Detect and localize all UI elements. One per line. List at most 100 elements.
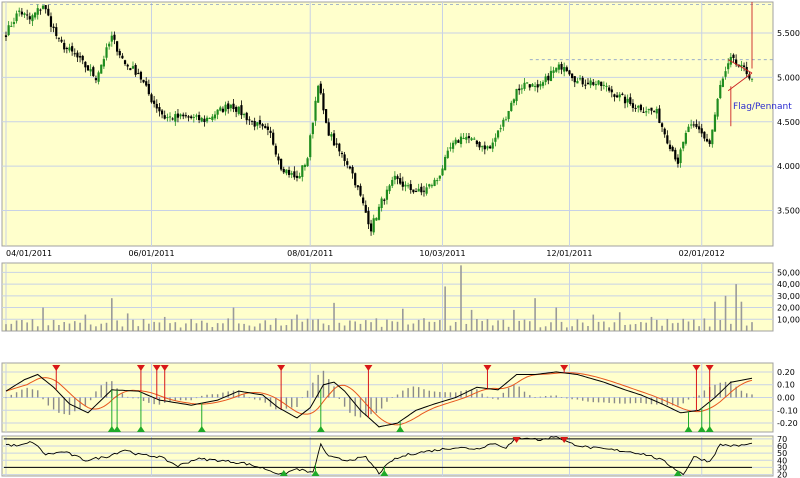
candle-up (100, 64, 103, 74)
volume-bar (444, 286, 446, 331)
histogram-bar (370, 397, 372, 415)
volume-bar (708, 326, 711, 331)
candle-down (742, 65, 746, 67)
histogram-bar (396, 394, 399, 398)
volume-bar (158, 322, 161, 331)
histogram-bar (444, 392, 446, 398)
histogram-bar (698, 395, 700, 398)
volume-bar (132, 319, 134, 331)
candle-down (171, 118, 174, 120)
volume-bar (470, 309, 473, 331)
candle-up (377, 206, 381, 220)
histogram-bar (95, 391, 97, 398)
histogram-bar (539, 396, 542, 398)
candle-down (663, 128, 666, 135)
histogram-bar (386, 397, 388, 402)
candle-up (589, 80, 592, 86)
candle-down (700, 128, 703, 134)
volume-bar (491, 325, 494, 331)
candle-down (401, 181, 404, 187)
volume-bar (317, 319, 319, 331)
candle-up (7, 25, 10, 36)
volume-bar (338, 322, 341, 331)
candle-up (285, 169, 288, 174)
histogram-bar (148, 397, 150, 403)
candle-down (118, 51, 121, 56)
volume-bar (200, 320, 203, 331)
candle-up (682, 141, 685, 149)
candle-up (523, 82, 526, 89)
candle-up (205, 117, 209, 122)
candle-up (385, 189, 389, 200)
histogram-bar (74, 397, 76, 412)
candle-down (489, 146, 492, 149)
volume-bar (333, 302, 335, 331)
histogram-bar (433, 391, 436, 398)
candle-up (229, 104, 232, 109)
volume-bar (380, 326, 383, 331)
histogram-bar (10, 394, 12, 398)
volume-bar (190, 318, 192, 331)
volume-bar (724, 295, 727, 331)
volume-bar (354, 321, 356, 331)
histogram-bar (592, 397, 594, 403)
candle-down (287, 169, 291, 175)
candle-up (655, 108, 658, 114)
histogram-bar (746, 393, 748, 398)
date-tick-label: 04/01/2011 (6, 249, 52, 258)
candle-up (552, 70, 555, 73)
date-tick-label: 02/01/2012 (679, 249, 725, 258)
candle-down (639, 104, 642, 111)
histogram-bar (312, 382, 314, 398)
candle-down (692, 124, 695, 126)
histogram-bar (730, 381, 732, 398)
volume-bar (666, 318, 669, 331)
candle-up (174, 114, 177, 122)
volume-bar (714, 301, 716, 331)
histogram-bar (296, 397, 298, 407)
candle-up (68, 47, 71, 51)
histogram-bar (719, 382, 721, 398)
candle-up (417, 188, 420, 192)
candle-down (258, 120, 262, 125)
volume-bar (618, 312, 621, 331)
candle-up (597, 80, 600, 85)
volume-bar (571, 326, 573, 331)
candle-down (409, 184, 412, 191)
histogram-bar (597, 397, 600, 403)
volume-bar (640, 322, 642, 331)
histogram-bar (132, 397, 134, 399)
volume-bar (560, 321, 563, 331)
candle-down (732, 54, 735, 58)
volume-bar (111, 298, 113, 331)
date-tick-label: 06/01/2011 (128, 249, 174, 258)
histogram-bar (15, 392, 18, 398)
candle-up (298, 176, 301, 179)
candle-down (571, 73, 574, 79)
candle-up (494, 137, 497, 142)
candle-down (348, 166, 352, 169)
candle-down (248, 119, 251, 121)
histogram-bar (21, 389, 23, 398)
histogram-bar (650, 397, 653, 405)
histogram-bar (423, 389, 425, 398)
volume-bar (359, 323, 362, 331)
volume-bar (52, 319, 55, 331)
candle-down (592, 82, 595, 85)
histogram-bar (275, 397, 277, 410)
volume-bar (534, 298, 536, 331)
candle-down (414, 191, 418, 193)
volume-bar (84, 314, 87, 331)
candle-down (581, 77, 584, 85)
histogram-bar (349, 397, 351, 413)
candle-down (354, 173, 357, 186)
candle-down (232, 103, 235, 110)
candle-down (63, 42, 66, 50)
volume-bar (402, 308, 404, 331)
price-y-axis: 3.5000 4.0000 4.5000 5.0000 5.5000 (777, 29, 800, 215)
candle-down (94, 78, 98, 81)
candle-down (671, 146, 674, 152)
volume-bar (650, 316, 653, 331)
candle-down (123, 60, 127, 65)
candle-down (668, 144, 672, 150)
